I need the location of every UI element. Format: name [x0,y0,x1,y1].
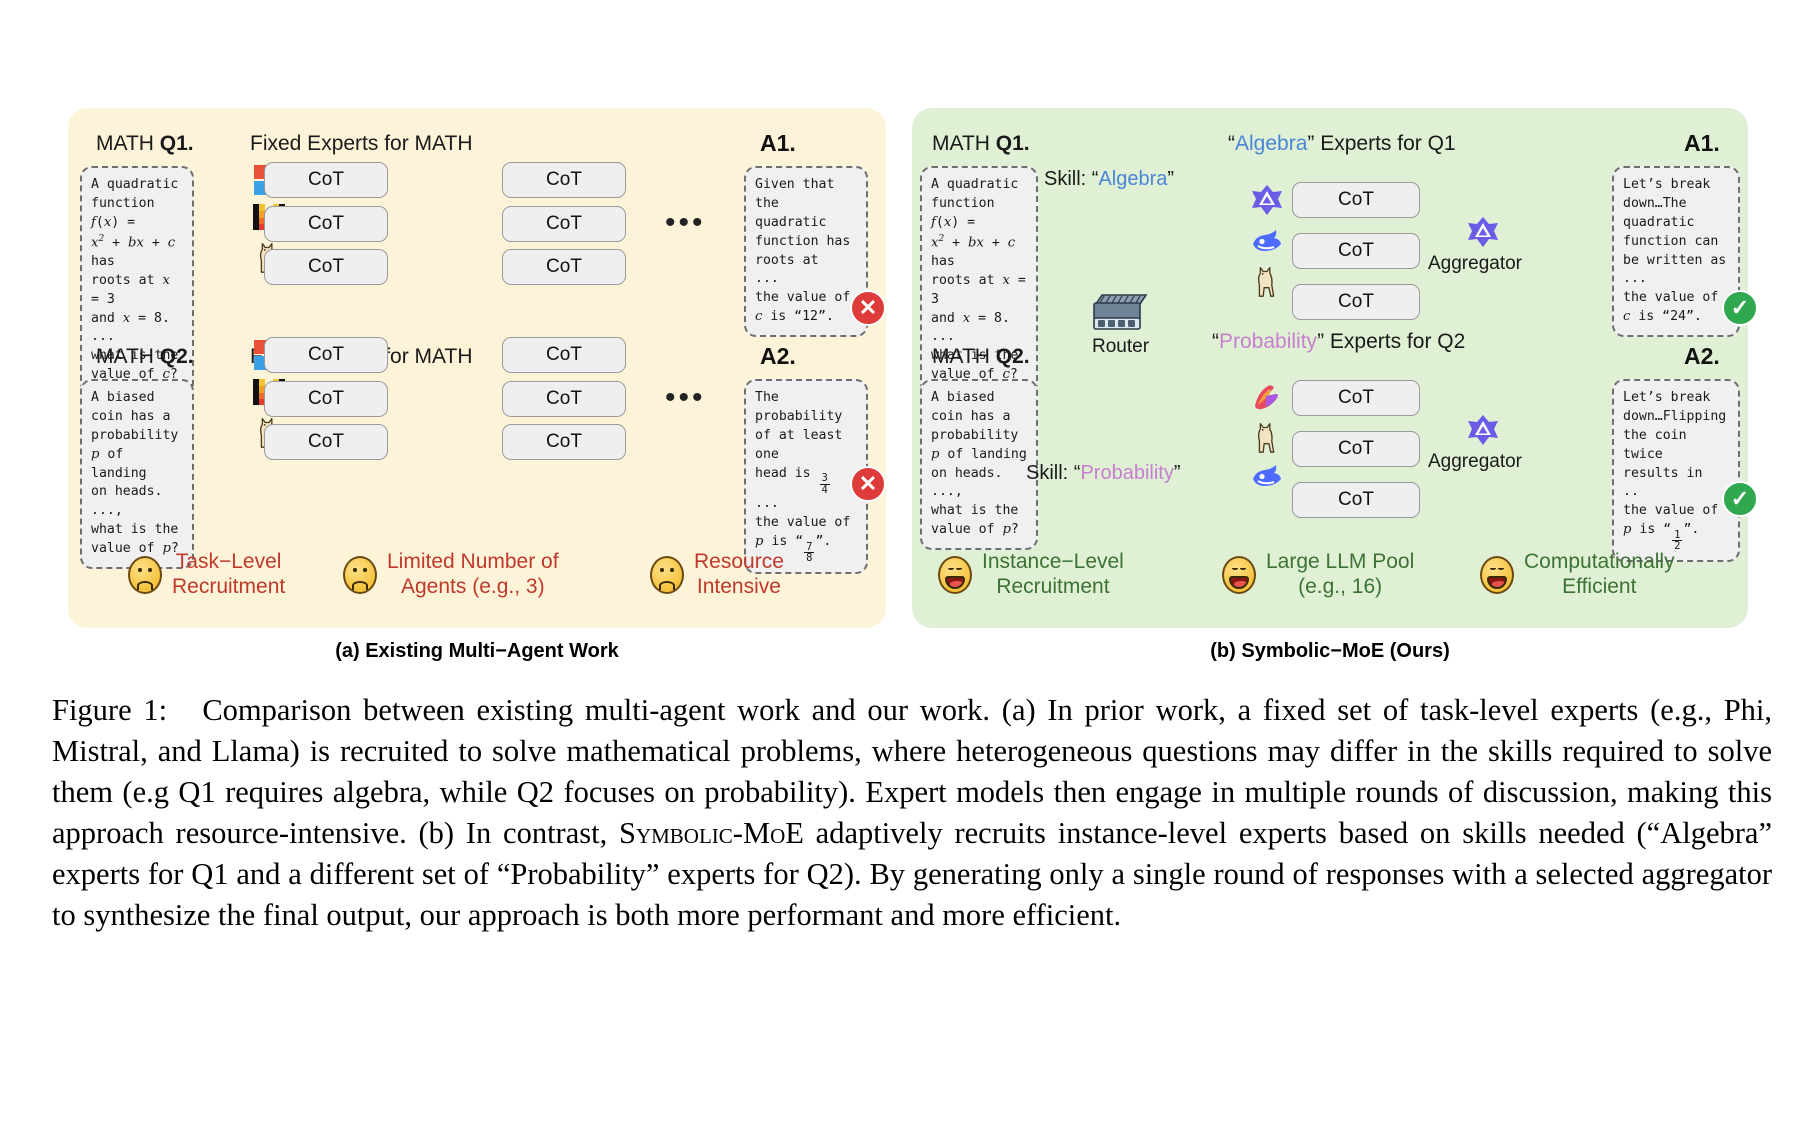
figure-caption-text: Comparison between existing multi-agent … [52,693,1772,933]
panel-b-row1-experts-heading: “Algebra” Experts for Q1 [1228,132,1456,155]
cot-box[interactable]: CoT [502,381,626,417]
happy-face-icon [1222,555,1256,594]
cot-box[interactable]: CoT [264,337,388,373]
status-badge-incorrect: ✕ [850,466,886,502]
cot-box[interactable]: CoT [1292,380,1420,416]
deepseek-icon [1250,458,1284,492]
panel-a-drawback-2: Limited Number of Agents (e.g., 3) [343,550,559,600]
panel-b-row2-answer-title: A2. [1684,343,1720,369]
happy-face-icon [1480,555,1514,594]
cot-box[interactable]: CoT [264,424,388,460]
gemma-icon [1250,183,1284,217]
cot-box[interactable]: CoT [502,337,626,373]
panel-b-row2-question-box: A biased coin has a probability p of lan… [920,379,1038,550]
panel-a-row2-answer-box: The probability of at least one head is … [744,379,868,574]
deepseek-icon [1250,223,1284,257]
panel-a-caption: (a) Existing Multi−Agent Work [335,640,619,662]
status-badge-incorrect: ✕ [850,290,886,326]
sad-face-icon [650,555,684,594]
panel-b-benefit-1: Instance−Level Recruitment [938,550,1124,600]
router-label: Router [1092,336,1150,357]
sad-face-icon [343,555,377,594]
panel-a-row2-answer-title: A2. [760,343,796,369]
cot-box[interactable]: CoT [1292,482,1420,518]
cot-box[interactable]: CoT [1292,233,1420,269]
cot-box[interactable]: CoT [264,381,388,417]
cot-box[interactable]: CoT [1292,284,1420,320]
aggregator-gemma-icon [1466,413,1500,447]
cot-box[interactable]: CoT [502,206,626,242]
cot-box[interactable]: CoT [502,162,626,198]
mistral2-icon [1250,380,1284,414]
status-badge-correct: ✓ [1722,481,1758,517]
panel-b-row2-skill-label: Skill: “Probability” [1026,462,1181,484]
cot-box[interactable]: CoT [264,206,388,242]
figure-label: Figure 1: [52,693,168,727]
cot-box[interactable]: CoT [502,424,626,460]
panel-a-row2-question-title: MATH Q2. [96,345,194,368]
cot-box[interactable]: CoT [1292,431,1420,467]
figure-caption: Figure 1: Comparison between existing mu… [52,690,1772,936]
panel-b-row1-question-title: MATH Q1. [932,132,1030,155]
llama-icon [1248,418,1286,456]
panel-b-row1-answer-title: A1. [1684,130,1720,156]
panel-b-caption: (b) Symbolic−MoE (Ours) [1210,640,1450,662]
panel-a-drawback-1: Task−Level Recruitment [128,550,285,600]
panel-b-row2-experts-heading: “Probability” Experts for Q2 [1212,330,1466,353]
panel-b-row2-question-title: MATH Q2. [932,345,1030,368]
panel-a-row1-answer-title: A1. [760,130,796,156]
panel-a-row1-question-title: MATH Q1. [96,132,194,155]
sad-face-icon [128,555,162,594]
router-icon [1090,292,1152,332]
aggregator-gemma-icon [1466,215,1500,249]
cot-box[interactable]: CoT [1292,182,1420,218]
panel-a-row2-question-box: A biased coin has a probability p of lan… [80,379,194,569]
llama-icon [1248,262,1286,300]
panel-b-row1-answer-box: Let’s break down…The quadratic function … [1612,166,1740,337]
panel-b-row1-skill-label: Skill: “Algebra” [1044,168,1175,190]
panel-a-drawback-3: Resource Intensive [650,550,784,600]
cot-box[interactable]: CoT [264,162,388,198]
cot-box[interactable]: CoT [502,249,626,285]
ellipsis-icon: ••• [665,206,706,239]
ellipsis-icon: ••• [665,381,706,414]
panel-a-row1-experts-heading: Fixed Experts for MATH [250,132,473,155]
aggregator-label: Aggregator [1428,451,1523,472]
status-badge-correct: ✓ [1722,290,1758,326]
happy-face-icon [938,555,972,594]
panel-b-benefit-3: Computationally Efficient [1480,550,1675,600]
cot-box[interactable]: CoT [264,249,388,285]
panel-b-benefit-2: Large LLM Pool (e.g., 16) [1222,550,1414,600]
aggregator-label: Aggregator [1428,253,1523,274]
panel-b-row2-answer-box: Let’s break down…Flipping the coin twice… [1612,379,1740,562]
